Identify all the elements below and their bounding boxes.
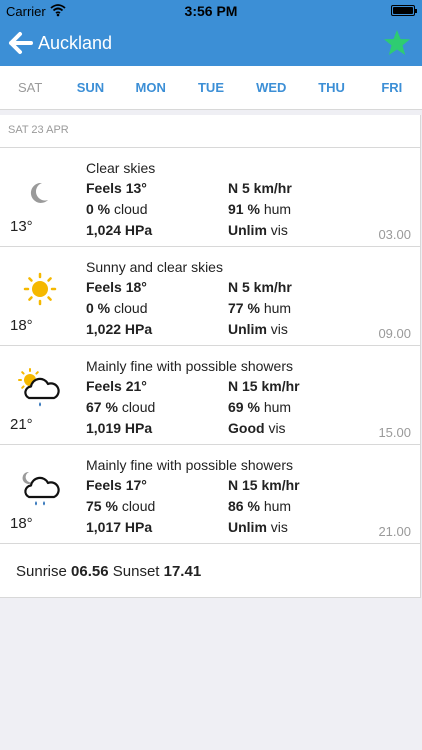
sunrise-label: Sunrise <box>16 563 67 580</box>
forecast-row: 13° Clear skies Feels 13° N 5 km/hr 0 % … <box>0 148 421 247</box>
forecast-temp: 18° <box>10 515 33 532</box>
wind: N 15 km/hr <box>228 378 300 394</box>
forecast-hour: 21.00 <box>378 524 411 539</box>
tab-sun[interactable]: SUN <box>60 66 120 109</box>
forecast-row: 21° Mainly fine with possible showers Fe… <box>0 346 421 445</box>
forecast-card: SAT 23 APR 13° Clear skies Feels 13° N 5… <box>0 115 421 598</box>
visibility: Good vis <box>228 420 286 436</box>
sunrise-time: 06.56 <box>71 563 109 580</box>
humidity: 77 % hum <box>228 300 292 316</box>
back-arrow-icon[interactable] <box>8 30 34 56</box>
forecast-temp: 21° <box>10 416 33 433</box>
battery-icon <box>391 5 417 16</box>
feels-like: Feels 13° <box>86 180 147 196</box>
nav-bar: Auckland <box>0 22 422 66</box>
status-time: 3:56 PM <box>184 3 238 19</box>
forecast-temp: 13° <box>10 218 33 235</box>
moon-icon <box>30 182 48 203</box>
cloud-cover: 0 % cloud <box>86 201 148 217</box>
date-header: SAT 23 APR <box>0 115 421 148</box>
cloud-cover: 0 % cloud <box>86 300 148 316</box>
forecast-hour: 15.00 <box>378 425 411 440</box>
forecast-hour: 03.00 <box>378 227 411 242</box>
forecast-description: Mainly fine with possible showers <box>86 358 293 374</box>
humidity: 86 % hum <box>228 498 292 514</box>
forecast-row: 18° Mainly fine with possible showers Fe… <box>0 445 421 544</box>
sunset-time: 17.41 <box>163 563 202 580</box>
status-bar: Carrier 3:56 PM <box>0 0 422 22</box>
forecast-description: Mainly fine with possible showers <box>86 457 293 473</box>
feels-like: Feels 17° <box>86 477 147 493</box>
cloud-cover: 67 % cloud <box>86 399 156 415</box>
feels-like: Feels 18° <box>86 279 147 295</box>
pressure: 1,017 HPa <box>86 519 153 535</box>
tab-fri[interactable]: FRI <box>362 66 422 109</box>
nav-title: Auckland <box>38 33 113 53</box>
cloud-cover: 75 % cloud <box>86 498 156 514</box>
forecast-description: Clear skies <box>86 160 156 176</box>
forecast-row: 18° Sunny and clear skies Feels 18° N 5 … <box>0 247 421 346</box>
pressure: 1,019 HPa <box>86 420 153 436</box>
humidity: 91 % hum <box>228 201 292 217</box>
forecast-description: Sunny and clear skies <box>86 259 223 275</box>
tab-thu[interactable]: THU <box>301 66 361 109</box>
sun-times: Sunrise 06.56 Sunset 17.41 <box>0 550 421 598</box>
day-tabs: SAT SUN MON TUE WED THU FRI <box>0 66 422 110</box>
moon-cloud-rain-icon <box>22 471 60 506</box>
tab-tue[interactable]: TUE <box>181 66 241 109</box>
sun-cloud-rain-icon <box>18 368 60 407</box>
wind: N 15 km/hr <box>228 477 300 493</box>
tab-wed[interactable]: WED <box>241 66 301 109</box>
visibility: Unlim vis <box>228 519 288 535</box>
wind: N 5 km/hr <box>228 180 292 196</box>
forecast-hour: 09.00 <box>378 326 411 341</box>
visibility: Unlim vis <box>228 222 288 238</box>
sun-icon <box>23 272 57 306</box>
tab-mon[interactable]: MON <box>121 66 181 109</box>
tab-sat[interactable]: SAT <box>0 66 60 109</box>
feels-like: Feels 21° <box>86 378 147 394</box>
pressure: 1,022 HPa <box>86 321 153 337</box>
pressure: 1,024 HPa <box>86 222 153 238</box>
humidity: 69 % hum <box>228 399 292 415</box>
sunset-label: Sunset <box>112 563 160 580</box>
wind: N 5 km/hr <box>228 279 292 295</box>
favorite-star-icon[interactable] <box>382 28 412 58</box>
forecast-temp: 18° <box>10 317 33 334</box>
visibility: Unlim vis <box>228 321 288 337</box>
